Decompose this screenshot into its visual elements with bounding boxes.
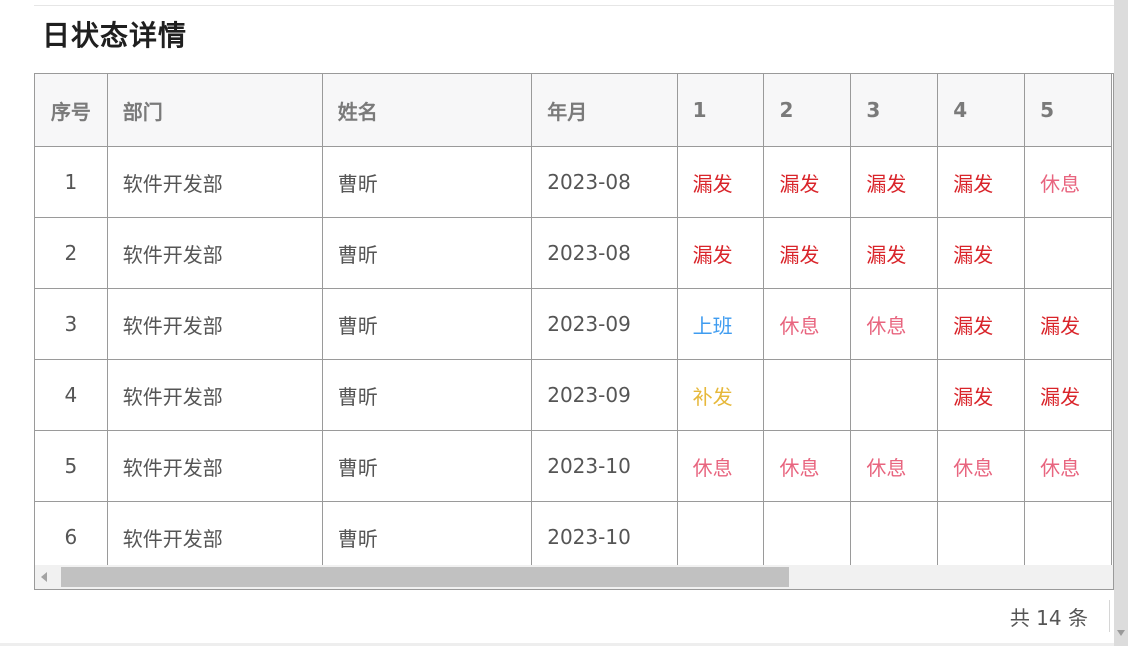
table-header-row: 序号 部门 姓名 年月 1 2 3 4 5: [35, 74, 1112, 147]
daily-status-panel: 日状态详情 序号 部门 姓名 年月 1 2 3 4 5 1 软件开发部 曹昕 2…: [0, 0, 1128, 646]
horizontal-scroll-thumb[interactable]: [61, 567, 789, 587]
cell-month: 2023-10: [531, 430, 678, 502]
status-table-container: 序号 部门 姓名 年月 1 2 3 4 5 1 软件开发部 曹昕 2023-08: [34, 73, 1114, 590]
cell-day-5: 漏发: [1024, 288, 1112, 360]
cell-day-2: [763, 359, 852, 431]
cell-day-1: 漏发: [676, 146, 765, 218]
cell-day-5: 休息: [1024, 146, 1112, 218]
cell-day-3: 漏发: [850, 217, 939, 289]
header-day-4[interactable]: 4: [937, 74, 1026, 147]
table-row[interactable]: 4 软件开发部 曹昕 2023-09 补发 漏发 漏发: [35, 359, 1112, 431]
header-index[interactable]: 序号: [35, 74, 108, 147]
header-name[interactable]: 姓名: [321, 74, 533, 147]
cell-day-2: 漏发: [763, 217, 852, 289]
cell-index: 3: [35, 288, 108, 360]
header-department[interactable]: 部门: [106, 74, 323, 147]
cell-day-4: 漏发: [937, 146, 1026, 218]
cell-department: 软件开发部: [106, 430, 323, 502]
pagination-controls-edge[interactable]: [1109, 600, 1112, 632]
cell-day-4: 漏发: [937, 217, 1026, 289]
cell-department: 软件开发部: [106, 217, 323, 289]
horizontal-scrollbar[interactable]: [35, 565, 1113, 589]
top-divider: [34, 5, 1114, 6]
cell-name: 曹昕: [321, 430, 533, 502]
cell-name: 曹昕: [321, 146, 533, 218]
header-day-5[interactable]: 5: [1024, 74, 1112, 147]
cell-day-3: [850, 501, 939, 573]
cell-name: 曹昕: [321, 288, 533, 360]
table-row[interactable]: 1 软件开发部 曹昕 2023-08 漏发 漏发 漏发 漏发 休息: [35, 146, 1112, 218]
cell-day-3: 漏发: [850, 146, 939, 218]
cell-name: 曹昕: [321, 217, 533, 289]
header-day-3[interactable]: 3: [850, 74, 939, 147]
header-day-1[interactable]: 1: [676, 74, 765, 147]
cell-day-5: 休息: [1024, 430, 1112, 502]
cell-department: 软件开发部: [106, 501, 323, 573]
header-day-2[interactable]: 2: [763, 74, 852, 147]
header-month[interactable]: 年月: [531, 74, 678, 147]
cell-day-1: 休息: [676, 430, 765, 502]
scroll-left-arrow-icon[interactable]: [41, 572, 47, 582]
cell-index: 2: [35, 217, 108, 289]
cell-day-1: 上班: [676, 288, 765, 360]
cell-month: 2023-09: [531, 288, 678, 360]
cell-month: 2023-08: [531, 146, 678, 218]
cell-day-5: [1024, 217, 1112, 289]
cell-index: 1: [35, 146, 108, 218]
status-table: 序号 部门 姓名 年月 1 2 3 4 5 1 软件开发部 曹昕 2023-08: [35, 74, 1112, 573]
table-row[interactable]: 2 软件开发部 曹昕 2023-08 漏发 漏发 漏发 漏发: [35, 217, 1112, 289]
cell-name: 曹昕: [321, 501, 533, 573]
page-title: 日状态详情: [42, 19, 188, 52]
vertical-scrollbar[interactable]: [1114, 0, 1128, 646]
scroll-down-arrow-icon[interactable]: [1117, 630, 1125, 636]
pagination-total: 共 14 条: [1009, 606, 1088, 630]
cell-day-1: [676, 501, 765, 573]
cell-department: 软件开发部: [106, 288, 323, 360]
cell-name: 曹昕: [321, 359, 533, 431]
cell-day-3: [850, 359, 939, 431]
cell-day-3: 休息: [850, 430, 939, 502]
cell-day-2: 休息: [763, 430, 852, 502]
cell-index: 6: [35, 501, 108, 573]
cell-month: 2023-09: [531, 359, 678, 431]
cell-day-4: [937, 501, 1026, 573]
cell-month: 2023-10: [531, 501, 678, 573]
cell-day-4: 漏发: [937, 359, 1026, 431]
cell-index: 4: [35, 359, 108, 431]
cell-day-2: 休息: [763, 288, 852, 360]
cell-day-4: 漏发: [937, 288, 1026, 360]
cell-department: 软件开发部: [106, 146, 323, 218]
cell-day-1: 漏发: [676, 217, 765, 289]
cell-day-5: 漏发: [1024, 359, 1112, 431]
cell-day-4: 休息: [937, 430, 1026, 502]
cell-day-5: [1024, 501, 1112, 573]
table-row[interactable]: 6 软件开发部 曹昕 2023-10: [35, 501, 1112, 573]
cell-day-1: 补发: [676, 359, 765, 431]
table-row[interactable]: 5 软件开发部 曹昕 2023-10 休息 休息 休息 休息 休息: [35, 430, 1112, 502]
table-row[interactable]: 3 软件开发部 曹昕 2023-09 上班 休息 休息 漏发 漏发: [35, 288, 1112, 360]
cell-department: 软件开发部: [106, 359, 323, 431]
cell-day-3: 休息: [850, 288, 939, 360]
cell-day-2: 漏发: [763, 146, 852, 218]
cell-month: 2023-08: [531, 217, 678, 289]
cell-day-2: [763, 501, 852, 573]
cell-index: 5: [35, 430, 108, 502]
